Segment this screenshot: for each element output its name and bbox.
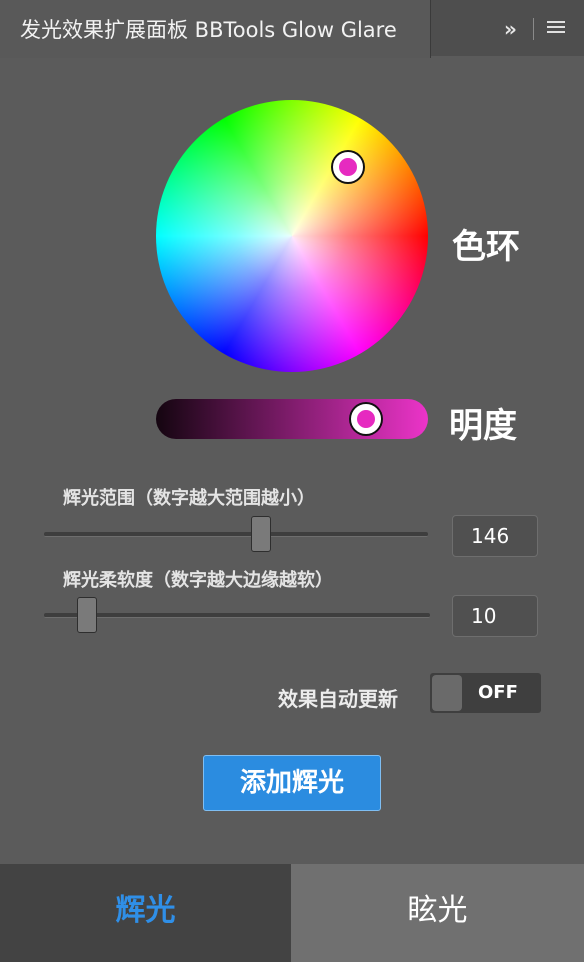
color-wheel-label: 色环 bbox=[452, 227, 520, 267]
menu-line bbox=[547, 26, 565, 28]
menu-line bbox=[547, 21, 565, 23]
glow-softness-input[interactable]: 10 bbox=[452, 595, 538, 637]
panel-tab[interactable]: 发光效果扩展面板 BBTools Glow Glare bbox=[0, 0, 431, 58]
auto-update-toggle[interactable]: OFF bbox=[430, 673, 541, 713]
toggle-state: OFF bbox=[478, 682, 518, 703]
auto-update-label: 效果自动更新 bbox=[278, 687, 398, 711]
add-glow-button[interactable]: 添加辉光 bbox=[203, 755, 381, 811]
glow-softness-track[interactable] bbox=[44, 613, 430, 618]
color-wheel-handle[interactable] bbox=[333, 152, 363, 182]
tab-glare[interactable]: 眩光 bbox=[291, 864, 584, 962]
glow-range-label: 辉光范围（数字越大范围越小） bbox=[63, 488, 315, 509]
hamburger-menu-icon[interactable] bbox=[545, 18, 567, 40]
brightness-slider[interactable] bbox=[156, 399, 428, 439]
glow-range-thumb[interactable] bbox=[251, 516, 271, 552]
glow-range-input[interactable]: 146 bbox=[452, 515, 538, 557]
header-divider bbox=[533, 18, 534, 40]
expand-panel-icon[interactable]: » bbox=[494, 14, 524, 44]
brightness-slider-handle[interactable] bbox=[351, 404, 381, 434]
toggle-knob bbox=[432, 675, 462, 711]
panel-title: 发光效果扩展面板 BBTools Glow Glare bbox=[20, 18, 397, 42]
brightness-label: 明度 bbox=[449, 406, 517, 446]
color-wheel[interactable] bbox=[156, 100, 428, 372]
tab-glow[interactable]: 辉光 bbox=[0, 864, 291, 962]
glow-range-track[interactable] bbox=[44, 532, 428, 537]
glow-softness-label: 辉光柔软度（数字越大边缘越软） bbox=[63, 570, 333, 591]
glow-softness-thumb[interactable] bbox=[77, 597, 97, 633]
menu-line bbox=[547, 31, 565, 33]
panel-header: 发光效果扩展面板 BBTools Glow Glare » bbox=[0, 0, 584, 58]
bottom-tab-bar: 辉光 眩光 bbox=[0, 864, 584, 962]
